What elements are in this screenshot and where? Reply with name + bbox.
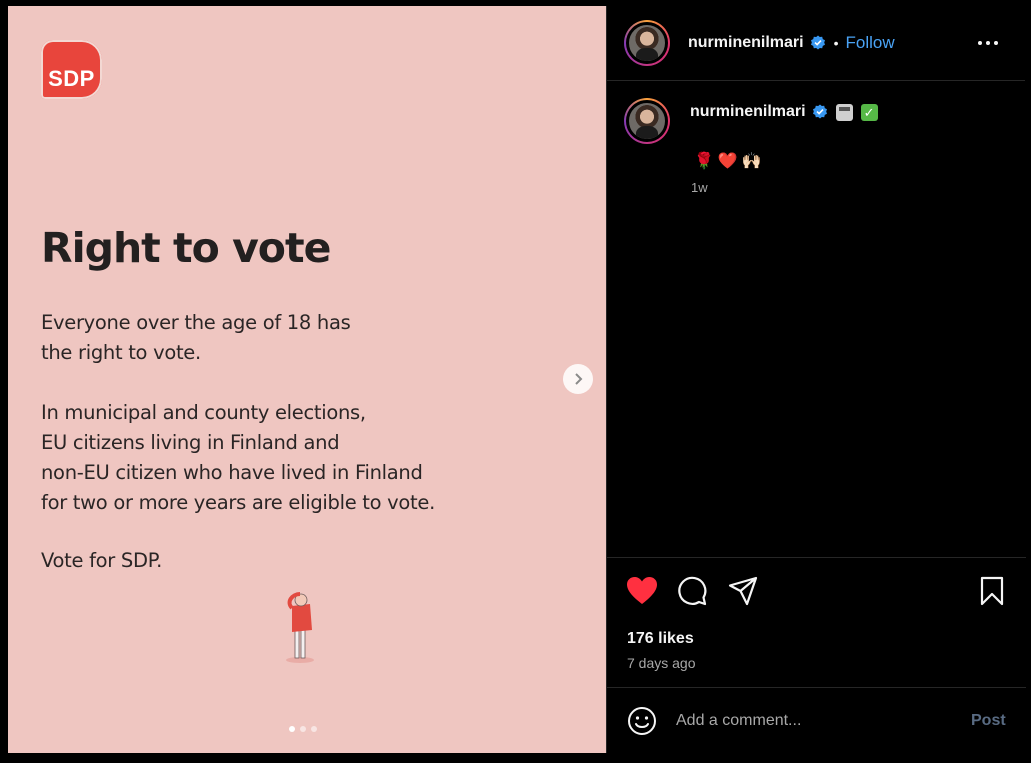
carousel-dot-3: [311, 726, 317, 732]
slide-paragraph-3: Vote for SDP.: [41, 549, 163, 572]
header-username[interactable]: nurminenilmari: [688, 34, 804, 52]
post-sidebar: nurminenilmari • Follow nurminenilmari ✓…: [606, 6, 1026, 753]
slide-headline: Right to vote: [41, 224, 331, 272]
heart-icon[interactable]: [626, 576, 658, 606]
sdp-logo: SDP: [41, 40, 102, 99]
likes-count[interactable]: 176 likes: [627, 630, 694, 648]
verified-badge-icon: [812, 104, 827, 119]
person-illustration: [286, 592, 314, 663]
comment-bar: Post: [607, 687, 1026, 753]
more-options-icon[interactable]: [977, 31, 999, 55]
slide-paragraph-2: In municipal and county elections, EU ci…: [41, 401, 435, 514]
slide-paragraph-1: Everyone over the age of 18 has the righ…: [41, 311, 351, 364]
next-slide-button[interactable]: [563, 364, 593, 394]
caption-timestamp[interactable]: 1w: [691, 180, 708, 195]
follow-button[interactable]: Follow: [845, 33, 894, 53]
verified-badge-icon: [810, 35, 825, 50]
post-caption: nurminenilmari ✓ 🌹❤️🙌🏻 1w: [607, 81, 1025, 556]
chevron-right-icon: [575, 373, 583, 385]
post-comment-button[interactable]: Post: [971, 712, 1006, 730]
share-icon[interactable]: [728, 576, 758, 606]
post-media: SDP Right to vote Everyone over the age …: [8, 6, 606, 753]
caption-username[interactable]: nurminenilmari: [690, 103, 806, 121]
post-actions: 176 likes 7 days ago: [607, 557, 1026, 687]
carousel-dot-1: [289, 726, 295, 732]
post-header: nurminenilmari • Follow: [607, 6, 1025, 81]
carousel-indicator: [289, 726, 317, 732]
comment-input[interactable]: [676, 711, 956, 730]
emoji-icon[interactable]: [627, 706, 657, 736]
comment-icon[interactable]: [677, 576, 707, 606]
ballot-box-icon: [835, 103, 853, 121]
carousel-dot-2: [300, 726, 306, 732]
caption-emojis: 🌹❤️🙌🏻: [694, 153, 766, 170]
caption-avatar[interactable]: [624, 98, 670, 144]
check-mark-icon: ✓: [860, 103, 878, 121]
logo-text: SDP: [48, 65, 95, 91]
bookmark-icon[interactable]: [979, 576, 1005, 606]
post-date[interactable]: 7 days ago: [627, 655, 696, 671]
separator-bullet: •: [833, 35, 839, 51]
caption-user-row: nurminenilmari ✓: [690, 103, 878, 121]
avatar[interactable]: [624, 20, 670, 66]
